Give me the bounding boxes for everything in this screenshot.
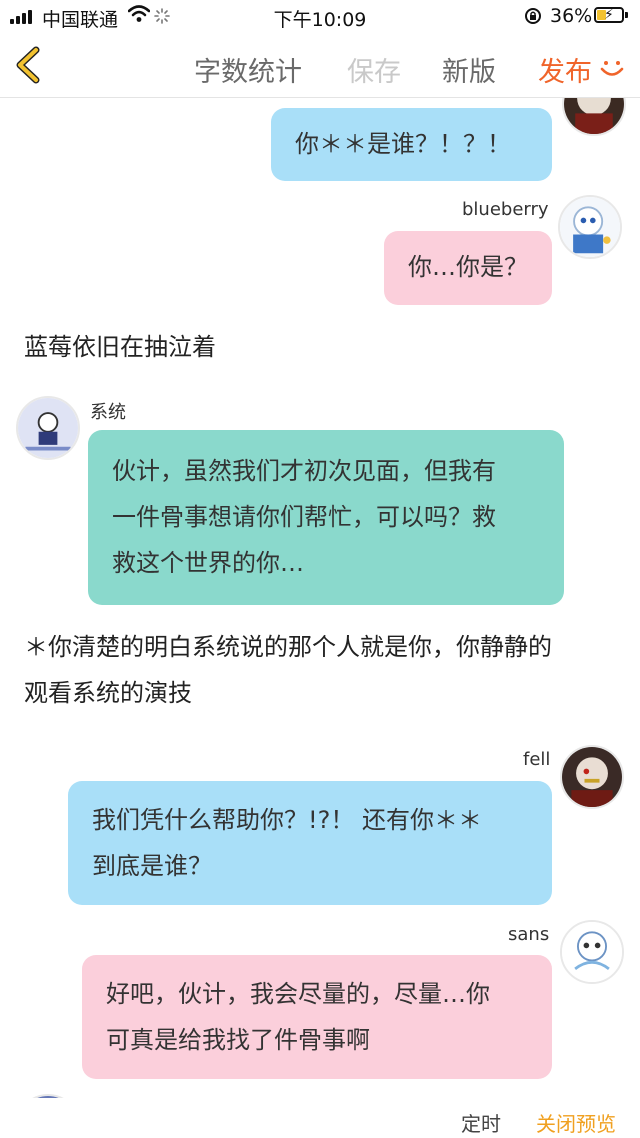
- narration-text: ＊你清楚的明白系统说的那个人就是你，你静静的 观看系统的演技: [24, 624, 552, 716]
- message-text: 好吧，伙计，我会尽量的，尽量…你: [106, 980, 490, 1008]
- message-text: 救这个世界的你…: [112, 549, 304, 577]
- nav-bar: 字数统计 保存 新版 发布: [0, 34, 640, 98]
- message-bubble: 好吧，伙计，我会尽量的，尽量…你 可真是给我找了件骨事啊: [82, 955, 552, 1079]
- speaker-name: blueberry: [462, 199, 549, 220]
- close-preview-button[interactable]: 关闭预览: [536, 1108, 616, 1137]
- message-bubble: 我们凭什么帮助你？!?！ 还有你＊＊ 到底是谁？: [68, 781, 552, 905]
- avatar: [16, 396, 80, 460]
- message-text: 一件骨事想请你们帮忙，可以吗？救: [112, 503, 496, 531]
- status-bar: 中国联通 下午10:09 36% ⚡: [0, 0, 640, 34]
- battery-percent: 36%: [550, 5, 593, 27]
- avatar: [562, 98, 626, 136]
- timer-button[interactable]: 定时: [461, 1108, 501, 1137]
- speaker-name: fell: [523, 749, 551, 770]
- charging-bolt-icon: ⚡: [604, 7, 614, 23]
- message-bubble: 你…你是？: [384, 231, 552, 305]
- message-text: 到底是谁？: [92, 852, 212, 880]
- battery-icon: ⚡: [594, 7, 624, 23]
- speaker-name: 系统: [90, 402, 126, 423]
- avatar: [558, 195, 622, 259]
- avatar: [560, 920, 624, 984]
- narration-text: 蓝莓依旧在抽泣着: [24, 333, 216, 361]
- bottom-bar: 定时 关闭预览: [0, 1098, 640, 1138]
- message-text: 你＊＊是谁？！？！: [295, 130, 511, 158]
- narration-line: 观看系统的演技: [24, 679, 192, 707]
- message-text: 你…你是？: [408, 253, 528, 281]
- avatar: [560, 745, 624, 809]
- rotation-lock-icon: [525, 8, 541, 24]
- speaker-name: sans: [508, 924, 550, 945]
- narration-line: ＊你清楚的明白系统说的那个人就是你，你静静的: [24, 633, 552, 661]
- back-arrow-icon[interactable]: [12, 44, 44, 86]
- message-text: 可真是给我找了件骨事啊: [106, 1026, 370, 1054]
- word-count-button[interactable]: 字数统计: [194, 50, 302, 89]
- message-text: 我们凭什么帮助你？!?！ 还有你＊＊: [92, 806, 482, 834]
- message-bubble: 伙计，虽然我们才初次见面，但我有 一件骨事想请你们帮忙，可以吗？救 救这个世界的…: [88, 430, 564, 605]
- battery-tip: [625, 12, 628, 18]
- publish-button[interactable]: 发布: [538, 50, 592, 89]
- save-button[interactable]: 保存: [347, 50, 401, 89]
- message-text: 伙计，虽然我们才初次见面，但我有: [112, 457, 496, 485]
- new-version-button[interactable]: 新版: [442, 50, 496, 89]
- message-bubble: 你＊＊是谁？！？！: [271, 108, 552, 181]
- clock: 下午10:09: [273, 9, 367, 31]
- chat-area: 你＊＊是谁？！？！ blueberry 你…你是？ 蓝莓依旧在抽泣着 系统 伙计…: [0, 98, 640, 1098]
- smile-icon: [600, 61, 624, 76]
